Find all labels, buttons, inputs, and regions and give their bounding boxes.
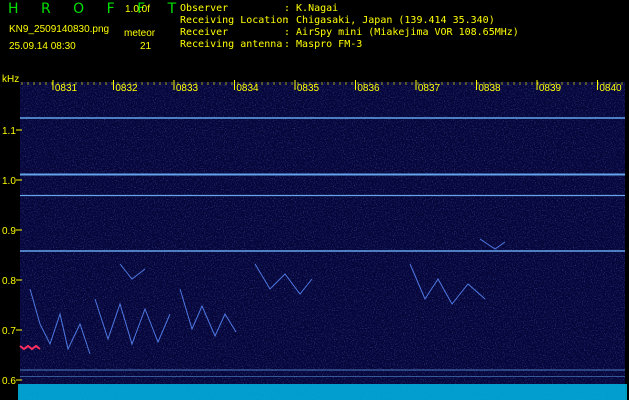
time-tick-label: 0840 bbox=[599, 83, 622, 94]
time-tick-label: 0837 bbox=[418, 83, 441, 94]
time-tick-label: 0833 bbox=[176, 83, 199, 94]
meteor-label: meteor bbox=[124, 28, 156, 39]
info-value-observer: : K.Nagai bbox=[284, 3, 339, 14]
time-tick-label: 0832 bbox=[115, 83, 138, 94]
info-key-observer: Observer bbox=[180, 3, 229, 14]
bottom-band bbox=[18, 384, 627, 400]
info-value-antenna: : Maspro FM-3 bbox=[284, 39, 363, 50]
freq-tick-label: 0.8 bbox=[2, 276, 16, 287]
meteor-count: 21 bbox=[140, 41, 152, 52]
noise-layer bbox=[20, 82, 625, 400]
spectrogram: 1.11.00.90.80.70.6 0831 0832 0833 0834 0835 0… bbox=[2, 80, 627, 400]
info-value-location: : Chigasaki, Japan (139.414 35.340) bbox=[284, 15, 495, 26]
freq-tick-label: 1.0 bbox=[2, 176, 16, 187]
freq-tick-label: 0.6 bbox=[2, 376, 16, 387]
info-key-receiver: Receiver bbox=[180, 27, 229, 38]
time-tick-label: 0834 bbox=[236, 83, 259, 94]
file-name: KN9_2509140830.png bbox=[9, 24, 110, 35]
app-title: H R O F F T bbox=[8, 1, 186, 17]
frequency-axis: 1.1 1.0 0.9 0.8 0.7 0.6 bbox=[2, 126, 22, 387]
axis-unit-label: kHz bbox=[2, 74, 20, 85]
info-key-antenna: Receiving antenna bbox=[180, 39, 283, 50]
info-key-location: Receiving Location bbox=[180, 15, 289, 26]
time-tick-label: 0836 bbox=[357, 83, 380, 94]
freq-tick-label: 0.9 bbox=[2, 226, 16, 237]
freq-tick-label: 1.1 bbox=[2, 126, 16, 137]
datetime-label: 25.09.14 08:30 bbox=[9, 41, 76, 52]
info-value-receiver: : AirSpy mini (Miakejima VOR 108.65MHz) bbox=[284, 27, 519, 38]
header-panel: H R O F F T 1.0.0f KN9_2509140830.png me… bbox=[0, 0, 629, 74]
version-label: 1.0.0f bbox=[125, 4, 151, 15]
freq-tick-label: 0.7 bbox=[2, 326, 16, 337]
